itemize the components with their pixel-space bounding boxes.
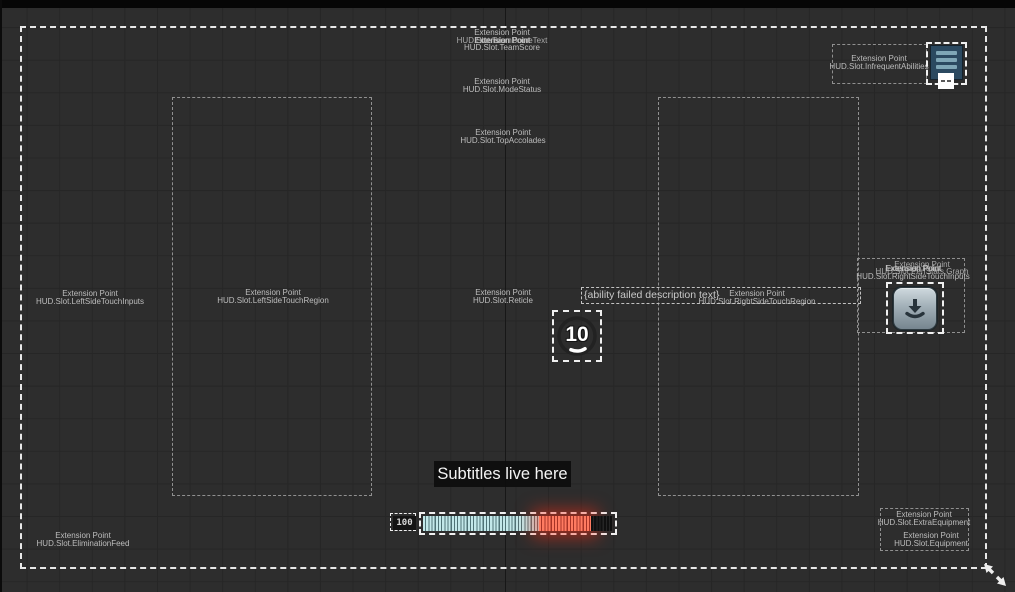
ep-label-leftsidetouchinputs: Extension Point HUD.Slot.LeftSideTouchIn… bbox=[36, 290, 144, 305]
ep-label-equipment: Extension Point HUD.Slot.Equipment bbox=[894, 532, 968, 547]
ep-label-leftsidetouchregion: Extension Point HUD.Slot.LeftSideTouchRe… bbox=[217, 289, 329, 304]
health-bar-empty bbox=[591, 516, 612, 531]
health-bar-damage bbox=[539, 516, 591, 531]
resize-diagonal-icon[interactable] bbox=[981, 561, 1009, 589]
ep-label-extraequipment: Extension Point HUD.Slot.ExtraEquipment bbox=[878, 511, 970, 526]
health-value: 100 bbox=[393, 516, 416, 530]
weapon-swap-button[interactable] bbox=[893, 287, 937, 330]
ep-label-modestatus: Extension Point HUD.Slot.ModeStatus bbox=[463, 78, 541, 93]
cooldown-value: 10 bbox=[552, 310, 602, 362]
ep-label-topaccolades: Extension Point HUD.Slot.TopAccolades bbox=[460, 129, 545, 144]
ep-label-infrequentabilities: Extension Point HUD.Slot.InfrequentAbili… bbox=[829, 55, 928, 70]
ep-label-teamscore-slot: HUD.Slot.TeamScore bbox=[464, 44, 540, 52]
ep-label-reticle: Extension Point HUD.Slot.Reticle bbox=[473, 289, 533, 304]
hud-layout-canvas: Extension Point HUD.Slot.TeamScoreText E… bbox=[0, 0, 1015, 592]
ep-label-eliminationfeed: Extension Point HUD.Slot.EliminationFeed bbox=[37, 532, 130, 547]
window-top-strip bbox=[0, 0, 1015, 8]
window-left-strip bbox=[0, 0, 2, 592]
download-arrow-icon bbox=[902, 296, 928, 322]
ep-label-rightsidetouchregion: Extension Point HUD.Slot.RightSideTouchR… bbox=[699, 290, 816, 305]
health-bar-filled bbox=[423, 516, 539, 531]
subtitle-placeholder[interactable]: Subtitles live here bbox=[434, 461, 571, 487]
ep-label-rightsidetouchinputs-slot: HUD.Slot.RightSideTouchInputs bbox=[856, 273, 969, 281]
scoreboard-icon-tail bbox=[938, 73, 954, 89]
